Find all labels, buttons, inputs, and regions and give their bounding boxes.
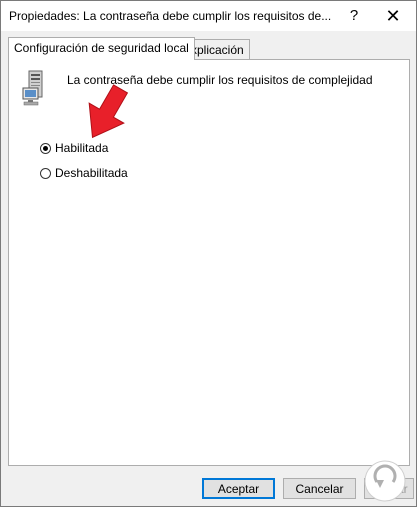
cancel-button[interactable]: Cancelar [283, 478, 356, 499]
red-arrow-icon [88, 84, 129, 139]
option-disabled-label: Deshabilitada [55, 166, 128, 180]
option-disabled[interactable]: Deshabilitada [40, 165, 128, 181]
logo-watermark-icon [364, 460, 406, 502]
accept-button[interactable]: Aceptar [202, 478, 275, 499]
radio-disabled[interactable] [40, 167, 51, 179]
close-button[interactable]: ✕ [370, 1, 416, 31]
tab-local-security-setting[interactable]: Configuración de seguridad local [8, 37, 195, 60]
window-title: Propiedades: La contraseña debe cumplir … [9, 9, 332, 23]
server-computer-icon [22, 70, 43, 106]
tab-panel: La contraseña debe cumplir los requisito… [8, 59, 410, 466]
radio-enabled[interactable] [40, 142, 51, 154]
properties-dialog: Propiedades: La contraseña debe cumplir … [0, 0, 417, 507]
title-bar[interactable]: Propiedades: La contraseña debe cumplir … [1, 1, 416, 31]
